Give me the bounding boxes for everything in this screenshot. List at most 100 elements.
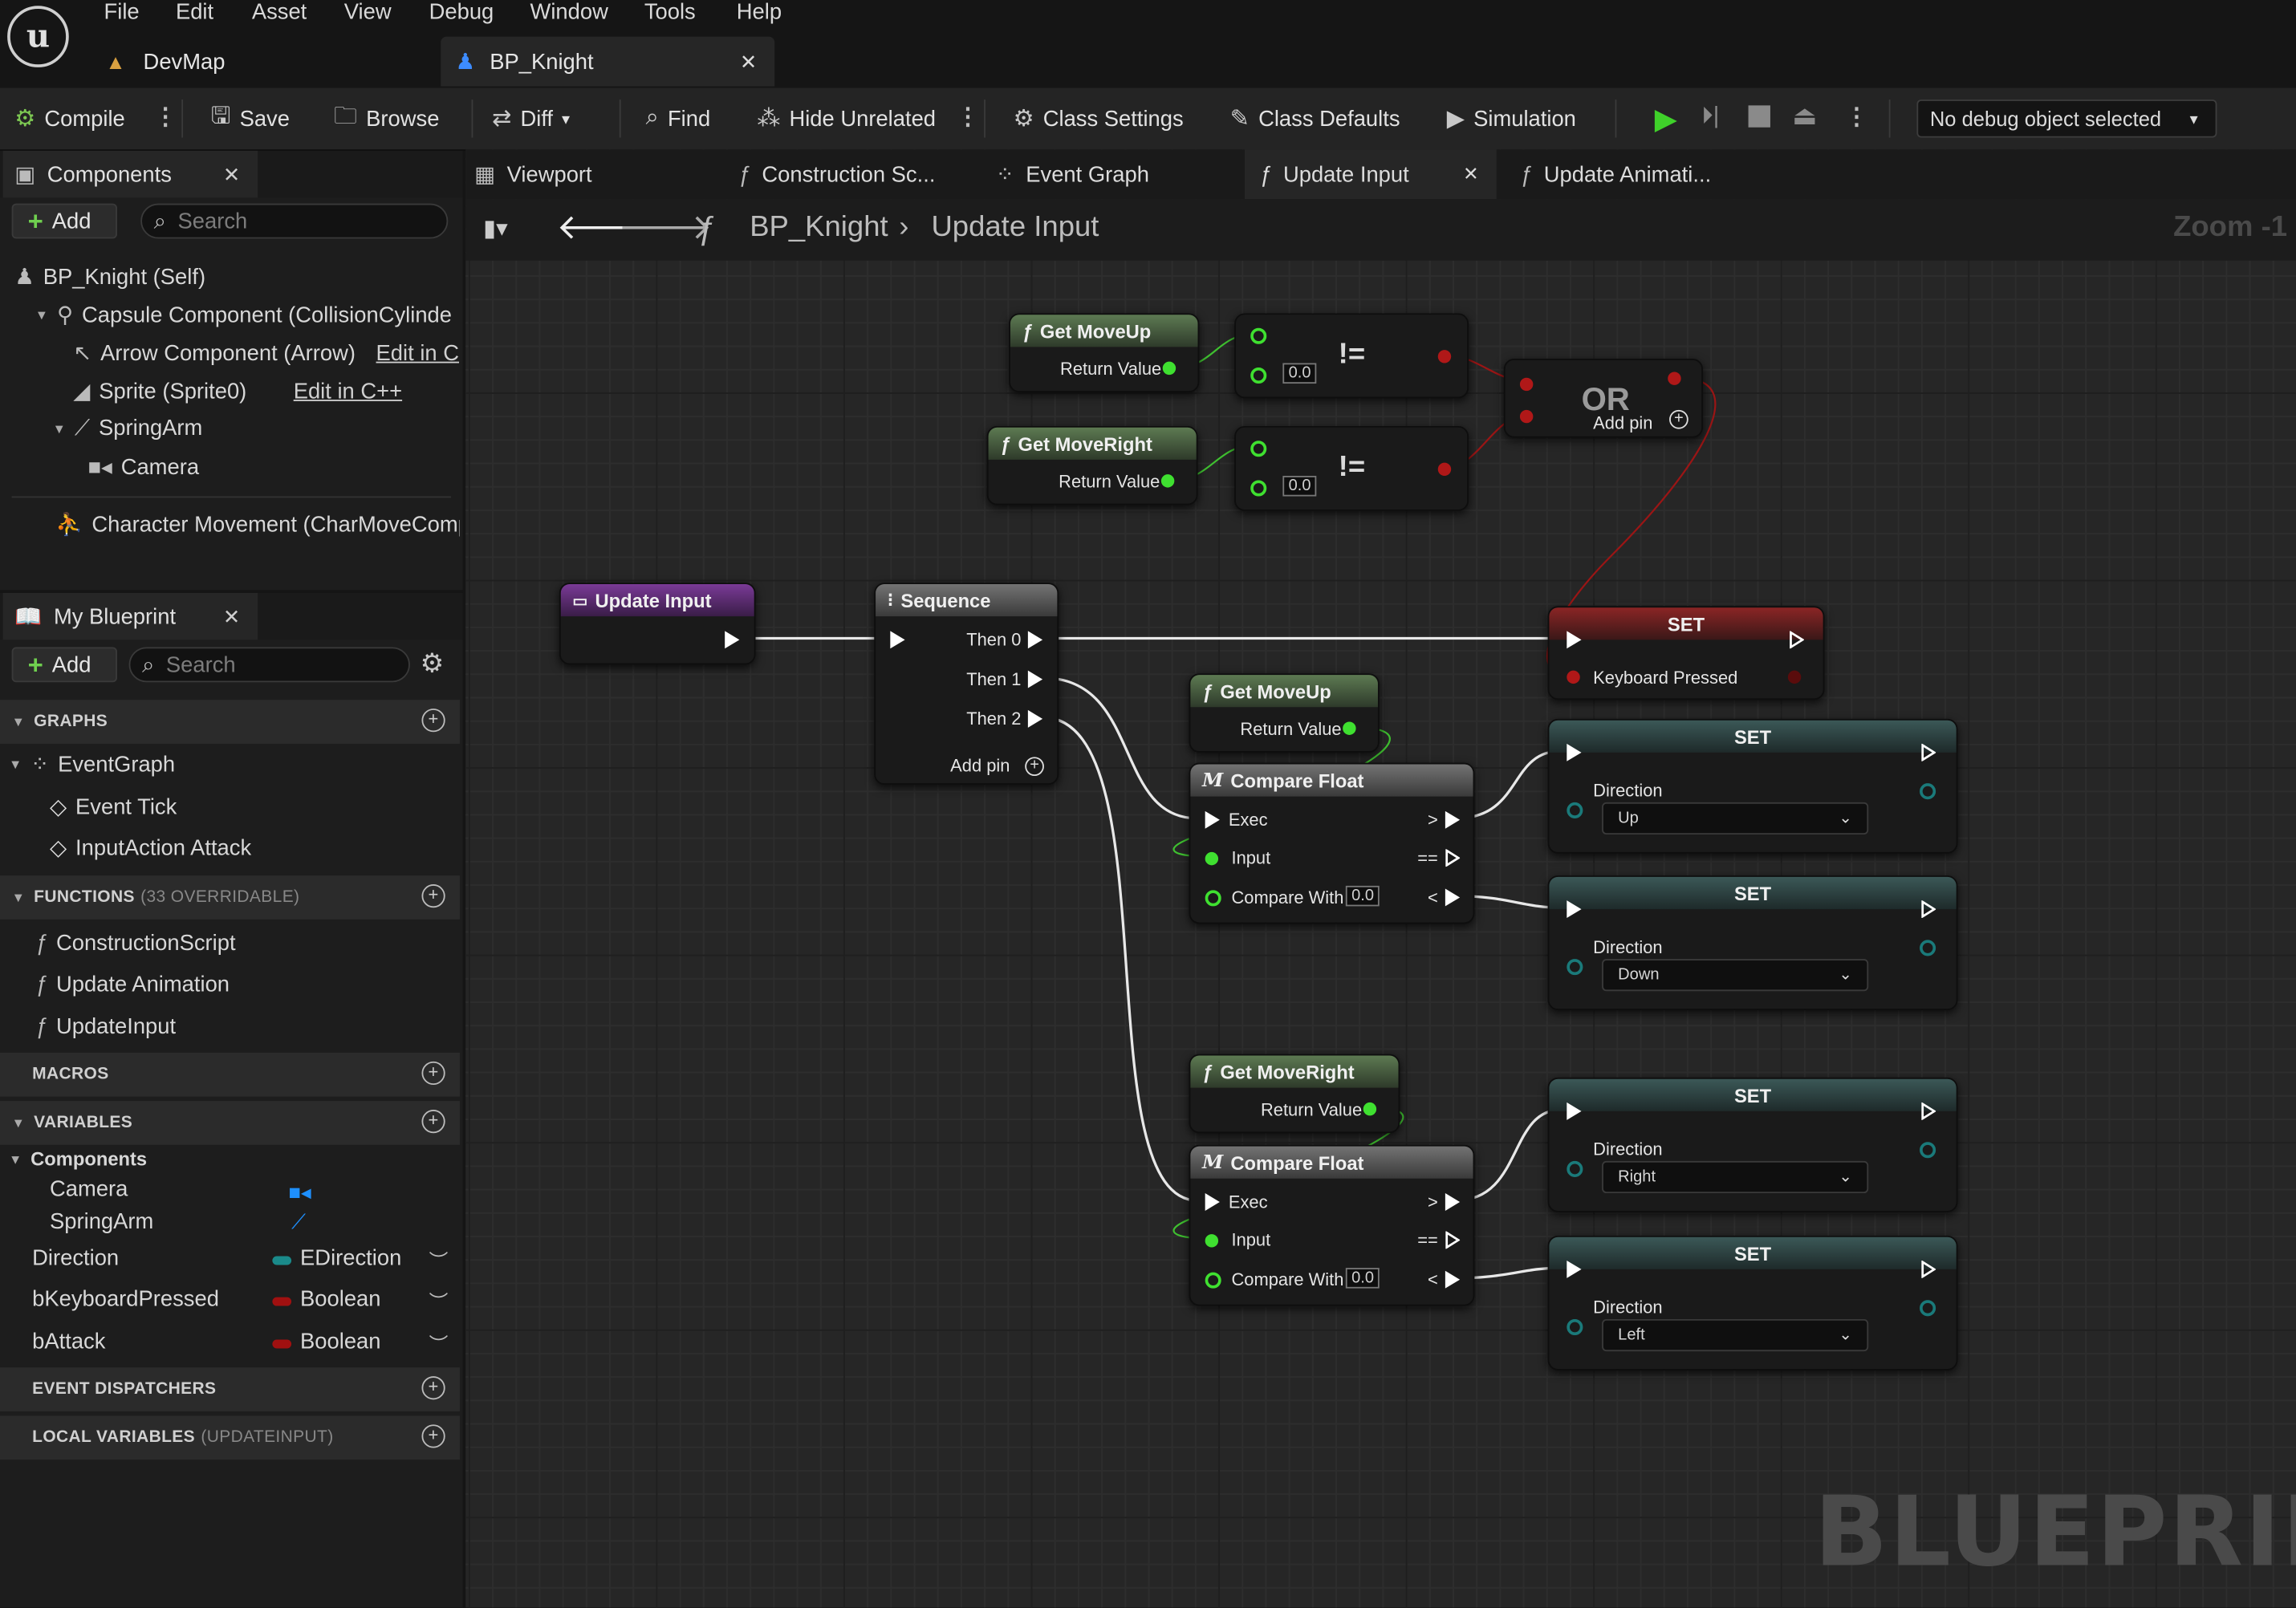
node-set-direction-right[interactable]: SET Direction Right ⌄ — [1547, 1077, 1958, 1212]
compile-button[interactable]: ⚙ Compile — [14, 87, 125, 149]
add-variable-icon[interactable]: + — [421, 1110, 445, 1134]
input-pin[interactable] — [1250, 480, 1267, 497]
unreal-logo-icon[interactable]: u — [7, 6, 69, 67]
hide-unrelated-button[interactable]: ⁂ Hide Unrelated — [757, 87, 936, 149]
direction-select[interactable]: Down ⌄ — [1602, 959, 1869, 992]
node-get-moveright-2[interactable]: ƒ Get MoveRight Return Value — [1189, 1054, 1400, 1134]
node-set-keyboard-pressed[interactable]: SET Keyboard Pressed — [1547, 606, 1825, 700]
input-pin[interactable] — [1567, 670, 1580, 684]
node-set-direction-left[interactable]: SET Direction Left ⌄ — [1547, 1235, 1958, 1370]
output-pin[interactable] — [1920, 1300, 1936, 1317]
node-compare-float-1[interactable]: M Compare Float Exec > Input == Compare … — [1189, 762, 1475, 924]
variable-category-components[interactable]: ▼ Components — [9, 1147, 147, 1169]
graph-item-inputaction-attack[interactable]: ◇ InputAction Attack — [50, 834, 251, 861]
add-macro-icon[interactable]: + — [421, 1061, 445, 1086]
eye-closed-icon[interactable]: ︶ — [429, 1287, 449, 1315]
input-pin[interactable] — [1567, 1318, 1583, 1336]
variable-type[interactable]: Boolean — [300, 1287, 380, 1312]
output-pin[interactable] — [1437, 350, 1452, 363]
exec-output-pin[interactable] — [1445, 1193, 1461, 1211]
add-member-button[interactable]: + Add — [11, 647, 117, 683]
exec-output-pin[interactable] — [1921, 900, 1936, 919]
close-icon[interactable]: ✕ — [1463, 163, 1479, 186]
node-or[interactable]: OR Add pin + — [1503, 359, 1704, 438]
exec-output-pin[interactable] — [1921, 743, 1936, 761]
edit-in-cpp-link[interactable]: Edit in C — [376, 340, 459, 365]
direction-select[interactable]: Left ⌄ — [1602, 1318, 1869, 1352]
hide-unrelated-options-icon[interactable]: ⋮ — [956, 103, 979, 132]
node-compare-float-2[interactable]: M Compare Float Exec > Input == Compare … — [1189, 1144, 1475, 1306]
doc-tab-bp-knight[interactable]: ♟ BP_Knight ✕ — [441, 36, 775, 87]
input-pin[interactable] — [1250, 441, 1267, 457]
browse-button[interactable]: 🗀 Browse — [334, 87, 439, 149]
event-dispatchers-section-header[interactable]: EVENT DISPATCHERS + — [0, 1367, 460, 1411]
exec-output-pin[interactable] — [1445, 888, 1461, 907]
exec-output-pin[interactable] — [1027, 670, 1043, 688]
node-get-moveup-2[interactable]: ƒ Get MoveUp Return Value — [1189, 673, 1380, 753]
function-item-update-animation[interactable]: ƒ Update Animation — [35, 973, 230, 997]
node-set-direction-up[interactable]: SET Direction Up ⌄ — [1547, 718, 1958, 854]
input-pin[interactable] — [1250, 367, 1267, 384]
exec-output-pin[interactable] — [1921, 1260, 1936, 1278]
exec-output-pin[interactable] — [1027, 709, 1043, 728]
exec-output-pin[interactable] — [1445, 849, 1461, 867]
play-options-icon[interactable]: ⋮ — [1845, 103, 1868, 132]
macros-section-header[interactable]: MACROS + — [0, 1052, 460, 1097]
exec-output-pin[interactable] — [1445, 1270, 1461, 1289]
compare-value-input[interactable]: 0.0 — [1345, 885, 1380, 907]
variables-section-header[interactable]: ▼ VARIABLES + — [0, 1101, 460, 1145]
add-event-dispatcher-icon[interactable]: + — [421, 1376, 445, 1400]
exec-input-pin[interactable] — [1567, 1260, 1582, 1278]
tree-item-springarm[interactable]: ▼ ⟋ SpringArm — [53, 416, 203, 441]
output-pin[interactable] — [1668, 372, 1681, 385]
node-set-direction-down[interactable]: SET Direction Down ⌄ — [1547, 875, 1958, 1010]
function-item-update-input[interactable]: ƒ UpdateInput — [35, 1014, 176, 1039]
exec-input-pin[interactable] — [1567, 743, 1582, 761]
variable-direction[interactable]: Direction — [32, 1246, 119, 1271]
add-graph-icon[interactable]: + — [421, 709, 445, 733]
play-icon[interactable]: ▶ — [1655, 101, 1677, 138]
menu-debug[interactable]: Debug — [429, 0, 494, 25]
variable-bkeyboardpressed[interactable]: bKeyboardPressed — [32, 1287, 219, 1312]
variable-type[interactable]: Boolean — [300, 1330, 380, 1354]
node-sequence[interactable]: ⁝ Sequence Then 0 Then 1 Then 2 Add pin … — [874, 583, 1059, 785]
exec-output-pin[interactable] — [1790, 631, 1804, 649]
tree-item-arrow[interactable]: ↖ Arrow Component (Arrow) Edit in C — [73, 339, 460, 366]
menu-tools[interactable]: Tools — [644, 0, 696, 25]
compare-value-input[interactable]: 0.0 — [1282, 363, 1317, 384]
exec-input-pin[interactable] — [1205, 810, 1220, 829]
output-pin[interactable] — [1343, 721, 1356, 735]
input-pin[interactable] — [1519, 377, 1534, 392]
close-icon[interactable]: ✕ — [223, 162, 240, 187]
close-icon[interactable]: ✕ — [223, 604, 240, 629]
functions-section-header[interactable]: ▼ FUNCTIONS (33 OVERRIDABLE) + — [0, 875, 460, 920]
output-pin[interactable] — [1920, 1142, 1936, 1159]
output-pin[interactable] — [1920, 940, 1936, 956]
input-pin[interactable] — [1205, 851, 1219, 866]
exec-input-pin[interactable] — [1567, 1102, 1582, 1120]
components-search-input[interactable]: ⌕ Search — [140, 203, 449, 239]
tree-item-self[interactable]: ♟ BP_Knight (Self) — [14, 263, 205, 290]
eye-closed-icon[interactable]: ︶ — [429, 1246, 449, 1274]
compare-value-input[interactable]: 0.0 — [1345, 1268, 1380, 1289]
step-icon[interactable]: ⏵| — [1701, 104, 1719, 131]
local-variables-section-header[interactable]: LOCAL VARIABLES (UPDATEINPUT) + — [0, 1415, 460, 1460]
debug-object-select[interactable]: No debug object selected ▾ — [1916, 99, 2217, 138]
exec-output-pin[interactable] — [1445, 810, 1461, 829]
graph-item-event-tick[interactable]: ◇ Event Tick — [50, 794, 177, 820]
tree-item-character-movement[interactable]: ⛹ Character Movement (CharMoveComp — [55, 511, 460, 538]
diff-button[interactable]: ⇄ Diff ▾ — [492, 87, 570, 149]
add-pin-icon[interactable]: + — [1669, 409, 1688, 429]
simulation-button[interactable]: ▶ Simulation — [1447, 87, 1576, 149]
node-not-equal-moveup[interactable]: 0.0 != — [1234, 313, 1469, 399]
function-item-construction-script[interactable]: ƒ ConstructionScript — [35, 931, 236, 956]
output-pin[interactable] — [1437, 462, 1452, 476]
exec-output-pin[interactable] — [1445, 1231, 1461, 1249]
output-pin[interactable] — [1363, 1102, 1377, 1116]
exec-output-pin[interactable] — [1921, 1102, 1936, 1120]
input-pin[interactable] — [1567, 959, 1583, 976]
output-pin[interactable] — [1920, 783, 1936, 800]
node-update-input[interactable]: ▭ Update Input — [559, 583, 756, 665]
add-local-variable-icon[interactable]: + — [421, 1424, 445, 1448]
breadcrumb-root[interactable]: BP_Knight — [750, 211, 888, 245]
